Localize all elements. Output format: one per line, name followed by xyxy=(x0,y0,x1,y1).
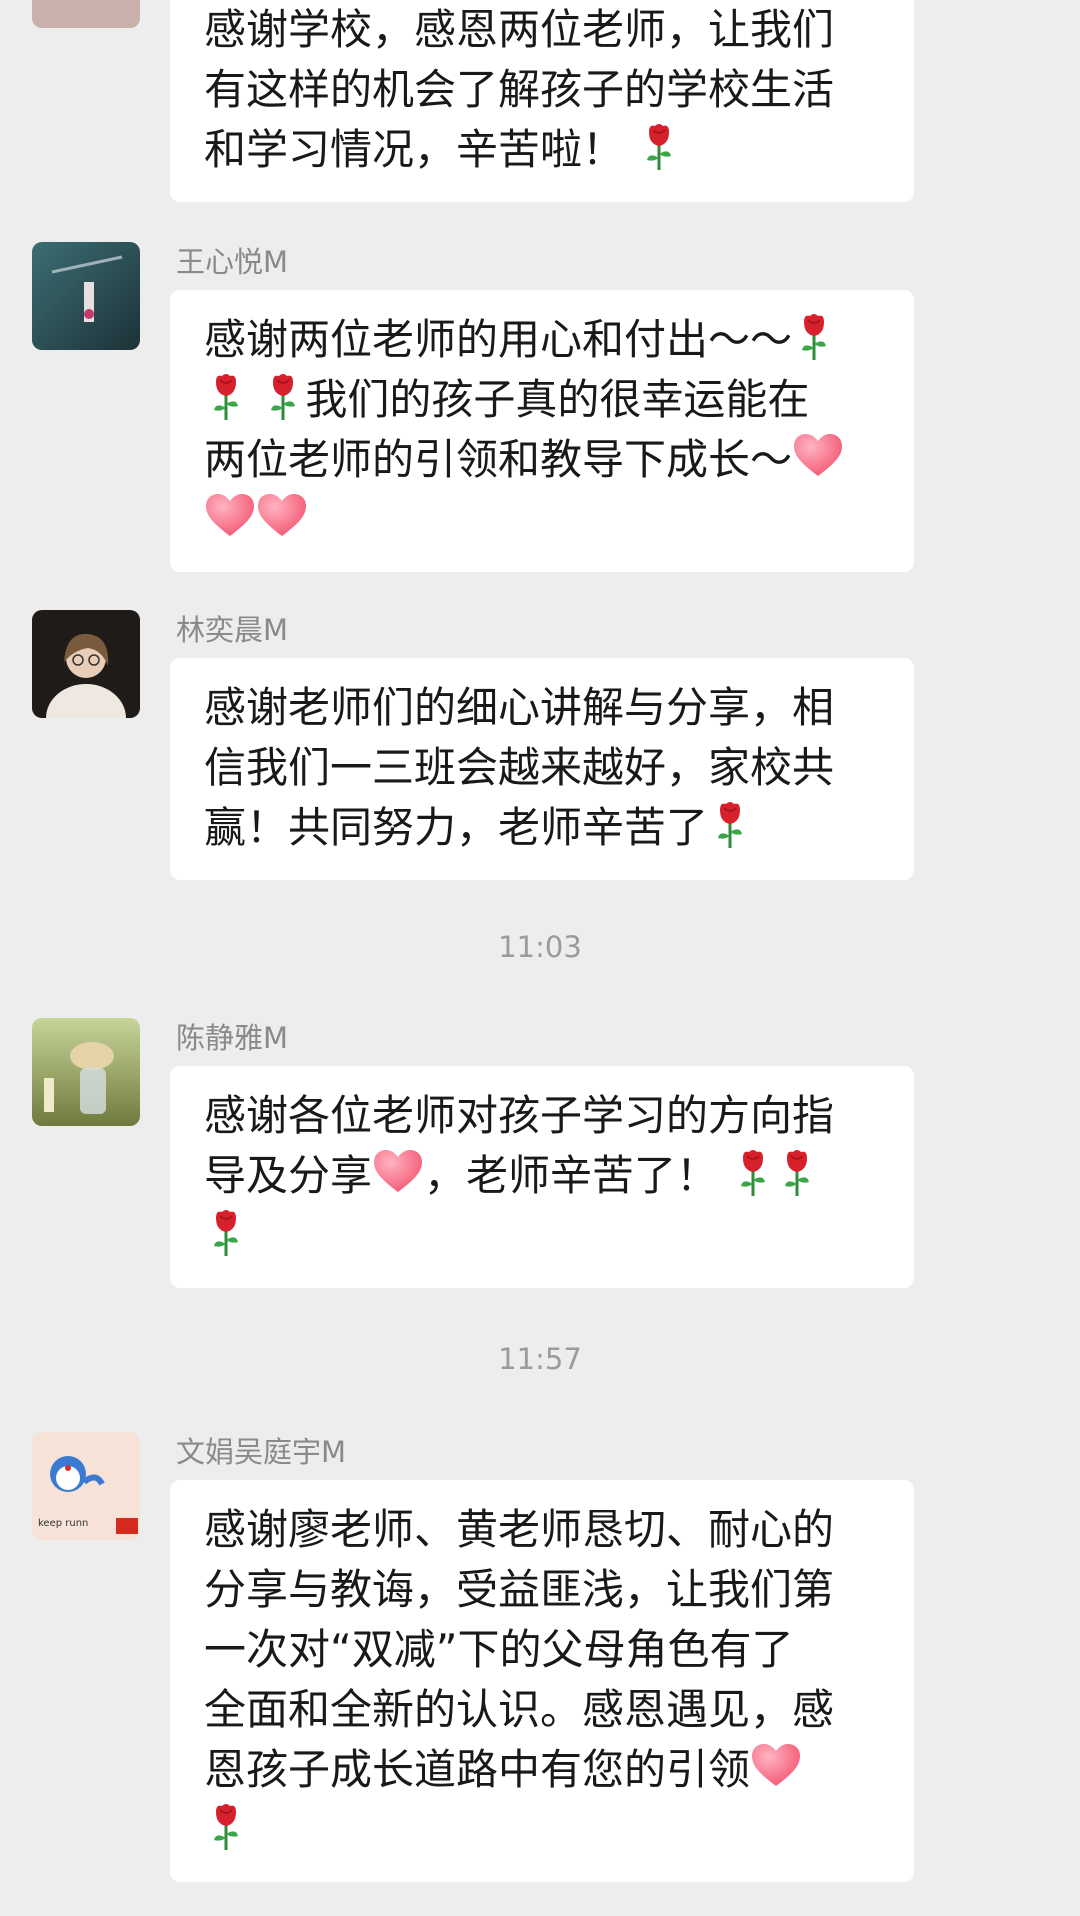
message-text: 感谢廖老师、黄老师恳切、耐心的 xyxy=(204,1505,835,1554)
message-line: 赢！共同努力，老师辛苦了 xyxy=(204,798,884,858)
message-line: 感谢两位老师的用心和付出～～ xyxy=(204,310,884,370)
message-text: 赢！共同努力，老师辛苦了 xyxy=(204,803,709,852)
message-line: 和学习情况，辛苦啦！ xyxy=(204,120,884,180)
message-text: 分享与教诲，受益匪浅，让我们第 xyxy=(204,1565,835,1614)
message-text: 有这样的机会了解孩子的学校生活 xyxy=(204,65,835,114)
heart-emoji-icon xyxy=(750,1742,802,1790)
message-line: 一次对“双减”下的父母角色有了 xyxy=(204,1620,884,1680)
message-text: 感谢各位老师对孩子学习的方向指 xyxy=(204,1091,835,1140)
rose-emoji-icon xyxy=(775,1148,819,1198)
rose-emoji-icon xyxy=(637,122,681,172)
rose-emoji-icon xyxy=(792,312,836,362)
message-text: 两位老师的引领和教导下成长～ xyxy=(204,435,793,484)
svg-text:keep runn: keep runn xyxy=(38,1518,88,1529)
avatar[interactable] xyxy=(32,1018,140,1126)
message-text: 和学习情况，辛苦啦！ xyxy=(204,125,625,174)
rose-emoji-icon xyxy=(708,800,752,850)
message-line: 导及分享 ，老师辛苦了！ xyxy=(204,1146,884,1206)
message-text: 一次对“双减”下的父母角色有了 xyxy=(204,1625,794,1674)
message-text: 感谢学校，感恩两位老师，让我们 xyxy=(204,5,835,54)
message-text: 恩孩子成长道路中有您的引领 xyxy=(204,1745,751,1794)
rose-emoji-icon xyxy=(204,1208,248,1258)
sender-name: 林奕晨M xyxy=(176,613,289,647)
message-line: 感谢老师们的细心讲解与分享，相 xyxy=(204,678,884,738)
message-line xyxy=(204,1800,884,1860)
avatar-image xyxy=(32,610,140,718)
message-bubble[interactable]: 感谢廖老师、黄老师恳切、耐心的 分享与教诲，受益匪浅，让我们第 一次对“双减”下… xyxy=(170,1480,914,1882)
avatar[interactable] xyxy=(32,0,140,28)
message-text: 感谢两位老师的用心和付出～～ xyxy=(204,315,793,364)
rose-emoji-icon xyxy=(204,1802,248,1852)
heart-emoji-icon xyxy=(204,492,256,540)
message-text: 感谢老师们的细心讲解与分享，相 xyxy=(204,683,835,732)
message-line: 恩孩子成长道路中有您的引领 xyxy=(204,1740,884,1800)
message-line: 信我们一三班会越来越好，家校共 xyxy=(204,738,884,798)
message-text: 导及分享 xyxy=(204,1151,373,1200)
rose-emoji-icon xyxy=(731,1148,775,1198)
message-line: 两位老师的引领和教导下成长～ xyxy=(204,430,884,490)
message-bubble[interactable]: 感谢两位老师的用心和付出～～ 我们的孩子真的很幸运能在 两位老师的引领和教导下成… xyxy=(170,290,914,572)
avatar-image xyxy=(32,0,140,28)
avatar-image xyxy=(32,242,140,350)
sender-name: 王心悦M xyxy=(176,245,289,279)
avatar-image: keep runn xyxy=(32,1432,140,1540)
avatar[interactable]: keep runn xyxy=(32,1432,140,1540)
message-bubble[interactable]: 感谢各位老师对孩子学习的方向指 导及分享 ，老师辛苦了！ xyxy=(170,1066,914,1288)
message-line xyxy=(204,490,884,550)
message-text: 全面和全新的认识。感恩遇见，感 xyxy=(204,1685,835,1734)
sender-name: 陈静雅M xyxy=(176,1021,289,1055)
message-line: 分享与教诲，受益匪浅，让我们第 xyxy=(204,1560,884,1620)
message-line: 我们的孩子真的很幸运能在 xyxy=(204,370,884,430)
heart-emoji-icon xyxy=(372,1148,424,1196)
chat-window[interactable]: 感谢学校，感恩两位老师，让我们 有这样的机会了解孩子的学校生活 和学习情况，辛苦… xyxy=(0,0,1080,1916)
rose-emoji-icon xyxy=(261,372,305,422)
message-line: 有这样的机会了解孩子的学校生活 xyxy=(204,60,884,120)
message-text: 信我们一三班会越来越好，家校共 xyxy=(204,743,835,792)
message-text: 我们的孩子真的很幸运能在 xyxy=(305,375,810,424)
sender-name: 文娟吴庭宇M xyxy=(176,1435,347,1469)
message-line: 感谢学校，感恩两位老师，让我们 xyxy=(204,0,884,60)
avatar[interactable] xyxy=(32,242,140,350)
message-line: 感谢各位老师对孩子学习的方向指 xyxy=(204,1086,884,1146)
heart-emoji-icon xyxy=(792,432,844,480)
message-line xyxy=(204,1206,884,1266)
avatar-image xyxy=(32,1018,140,1126)
timestamp: 11:03 xyxy=(498,930,582,964)
message-line: 感谢廖老师、黄老师恳切、耐心的 xyxy=(204,1500,884,1560)
message-line: 全面和全新的认识。感恩遇见，感 xyxy=(204,1680,884,1740)
message-bubble[interactable]: 感谢老师们的细心讲解与分享，相 信我们一三班会越来越好，家校共 赢！共同努力，老… xyxy=(170,658,914,880)
timestamp: 11:57 xyxy=(498,1342,582,1376)
message-bubble[interactable]: 感谢学校，感恩两位老师，让我们 有这样的机会了解孩子的学校生活 和学习情况，辛苦… xyxy=(170,0,914,202)
message-text: ，老师辛苦了！ xyxy=(424,1151,732,1200)
heart-emoji-icon xyxy=(256,492,308,540)
avatar[interactable] xyxy=(32,610,140,718)
rose-emoji-icon xyxy=(204,372,248,422)
